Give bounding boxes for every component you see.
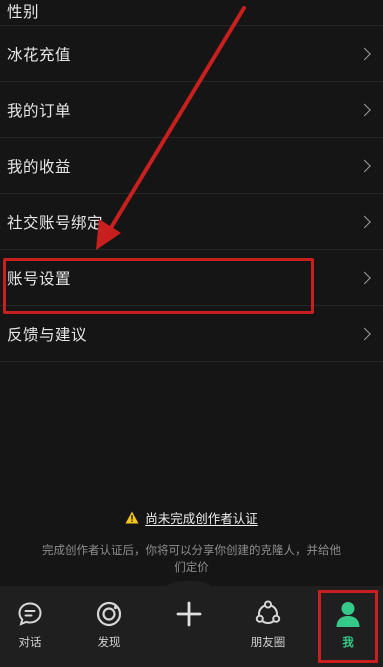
tab-chat[interactable]: 对话 (0, 600, 60, 650)
tab-create[interactable] (159, 600, 219, 628)
menu-item-gender[interactable]: 性别 (0, 0, 383, 26)
menu-item-label: 社交账号绑定 (7, 213, 104, 232)
menu-item-orders[interactable]: 我的订单 (0, 82, 383, 138)
chevron-right-icon (358, 271, 371, 284)
chevron-right-icon (358, 159, 371, 172)
menu-item-label: 性别 (7, 2, 40, 21)
chat-bubble-icon (0, 600, 60, 628)
plus-icon (159, 600, 219, 628)
annotation-highlight-me-tab (318, 590, 378, 663)
chevron-right-icon (358, 103, 371, 116)
friends-circle-icon (238, 600, 298, 628)
discover-icon (79, 600, 139, 628)
tab-label: 发现 (97, 635, 121, 649)
chevron-right-icon (358, 215, 371, 228)
menu-item-label: 我的订单 (7, 101, 72, 120)
warning-icon (125, 511, 139, 524)
menu-item-label: 我的收益 (7, 157, 72, 176)
tab-discover[interactable]: 发现 (79, 600, 139, 650)
menu-item-recharge[interactable]: 冰花充值 (0, 26, 383, 82)
certification-title: 尚未完成创作者认证 (145, 511, 258, 526)
menu-item-label: 冰花充值 (7, 45, 72, 64)
chevron-right-icon (358, 327, 371, 340)
menu-item-label: 反馈与建议 (7, 325, 88, 344)
menu-item-feedback[interactable]: 反馈与建议 (0, 306, 383, 362)
tab-label: 对话 (18, 635, 42, 649)
certification-link[interactable]: 尚未完成创作者认证 (125, 508, 258, 527)
tab-friends-circle[interactable]: 朋友圈 (238, 600, 298, 650)
chevron-right-icon (358, 47, 371, 60)
certification-description: 完成创作者认证后，你将可以分享你创建的克隆人，并给他们定价 (42, 543, 341, 574)
menu-item-social-binding[interactable]: 社交账号绑定 (0, 194, 383, 250)
tab-label: 朋友圈 (250, 635, 286, 649)
creator-certification-notice: 尚未完成创作者认证 完成创作者认证后，你将可以分享你创建的克隆人，并给他们定价 (0, 508, 383, 576)
menu-item-earnings[interactable]: 我的收益 (0, 138, 383, 194)
annotation-highlight-account-settings (3, 258, 314, 314)
